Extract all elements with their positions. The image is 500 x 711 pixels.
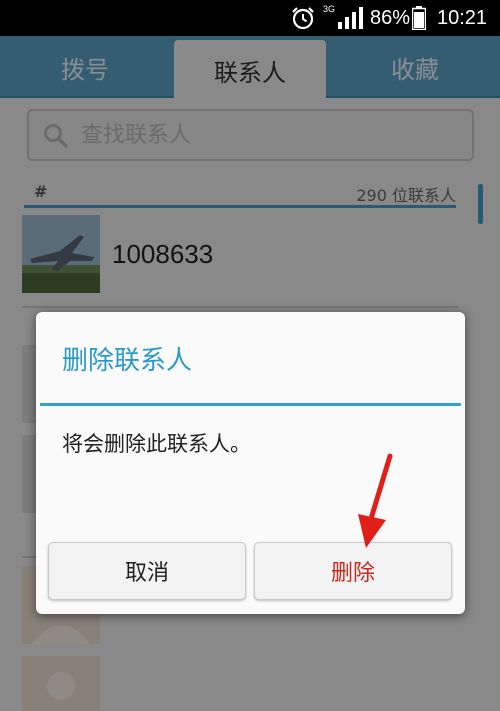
battery-icon [412,0,426,36]
arrow-icon [352,452,398,556]
dialog-message: 将会删除此联系人。 [62,432,251,456]
cancel-button[interactable]: 取消 [48,542,246,600]
alarm-icon [290,0,316,36]
signal-icon [337,0,363,36]
dialog-title: 删除联系人 [62,346,193,376]
dialog-divider [40,403,461,406]
battery-percent: 86% [370,6,411,29]
status-bar: 3G 86% 10:21 [0,0,500,36]
clock: 10:21 [437,6,488,29]
delete-contact-dialog: 删除联系人 将会删除此联系人。 取消 删除 [36,312,465,614]
network-type: 3G [323,4,336,14]
